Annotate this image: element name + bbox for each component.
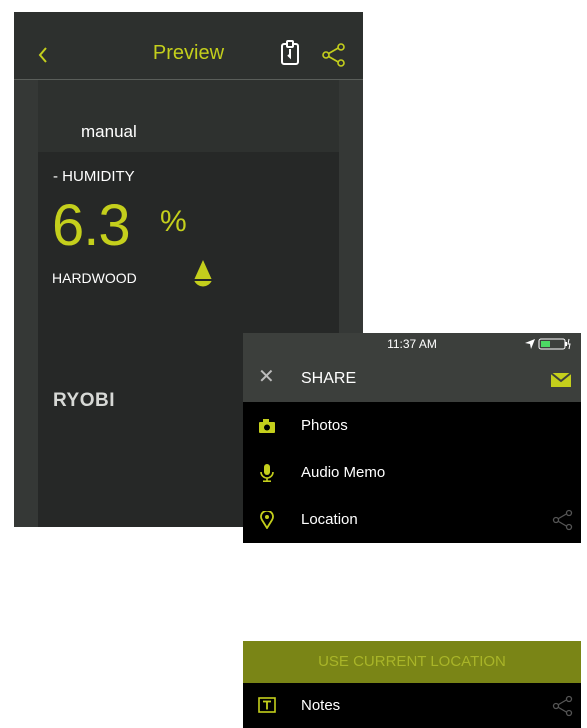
camera-icon bbox=[259, 419, 275, 433]
share-item-location[interactable]: Location bbox=[243, 496, 581, 543]
reading-unit: % bbox=[160, 205, 187, 238]
reading-value: 6.3 bbox=[52, 193, 131, 258]
status-bar: 11:37 AM bbox=[243, 333, 581, 355]
mode-label: manual bbox=[81, 122, 137, 141]
share-icon[interactable] bbox=[552, 509, 574, 531]
share-screen: 11:37 AM ✕ SHARE Photos Audio Memo Locat… bbox=[243, 333, 581, 543]
mode-band: manual bbox=[38, 80, 339, 152]
clipboard-icon[interactable] bbox=[279, 40, 301, 66]
brand-logo: RYOBI bbox=[53, 390, 115, 411]
location-arrow-icon bbox=[525, 339, 535, 349]
notes-label: Notes bbox=[301, 697, 341, 714]
battery-icon bbox=[538, 338, 571, 350]
left-margin bbox=[14, 80, 38, 527]
share-item-label: Audio Memo bbox=[301, 464, 386, 481]
use-current-location-button[interactable]: USE CURRENT LOCATION bbox=[243, 641, 581, 683]
measurement-label: - HUMIDITY bbox=[53, 168, 135, 185]
water-drop-icon bbox=[192, 260, 214, 287]
share-item-label: Photos bbox=[301, 417, 348, 434]
share-item-photos[interactable]: Photos bbox=[243, 402, 581, 449]
share-item-label: Location bbox=[301, 511, 358, 528]
notes-row[interactable]: Notes bbox=[243, 683, 581, 728]
page-title: Preview bbox=[152, 42, 225, 64]
share-title: SHARE bbox=[301, 370, 357, 387]
share-icon[interactable] bbox=[321, 42, 347, 68]
share-header: ✕ SHARE bbox=[243, 355, 581, 402]
share-icon[interactable] bbox=[552, 695, 574, 717]
location-panel: USE CURRENT LOCATION Notes bbox=[243, 641, 581, 728]
mail-icon[interactable] bbox=[551, 373, 571, 387]
location-pin-icon bbox=[260, 511, 274, 529]
preview-header: Preview bbox=[14, 12, 363, 80]
microphone-icon bbox=[260, 464, 274, 482]
close-icon[interactable]: ✕ bbox=[258, 367, 275, 387]
text-note-icon bbox=[258, 697, 276, 713]
share-item-audio-memo[interactable]: Audio Memo bbox=[243, 449, 581, 496]
material-label: HARDWOOD bbox=[52, 270, 137, 286]
